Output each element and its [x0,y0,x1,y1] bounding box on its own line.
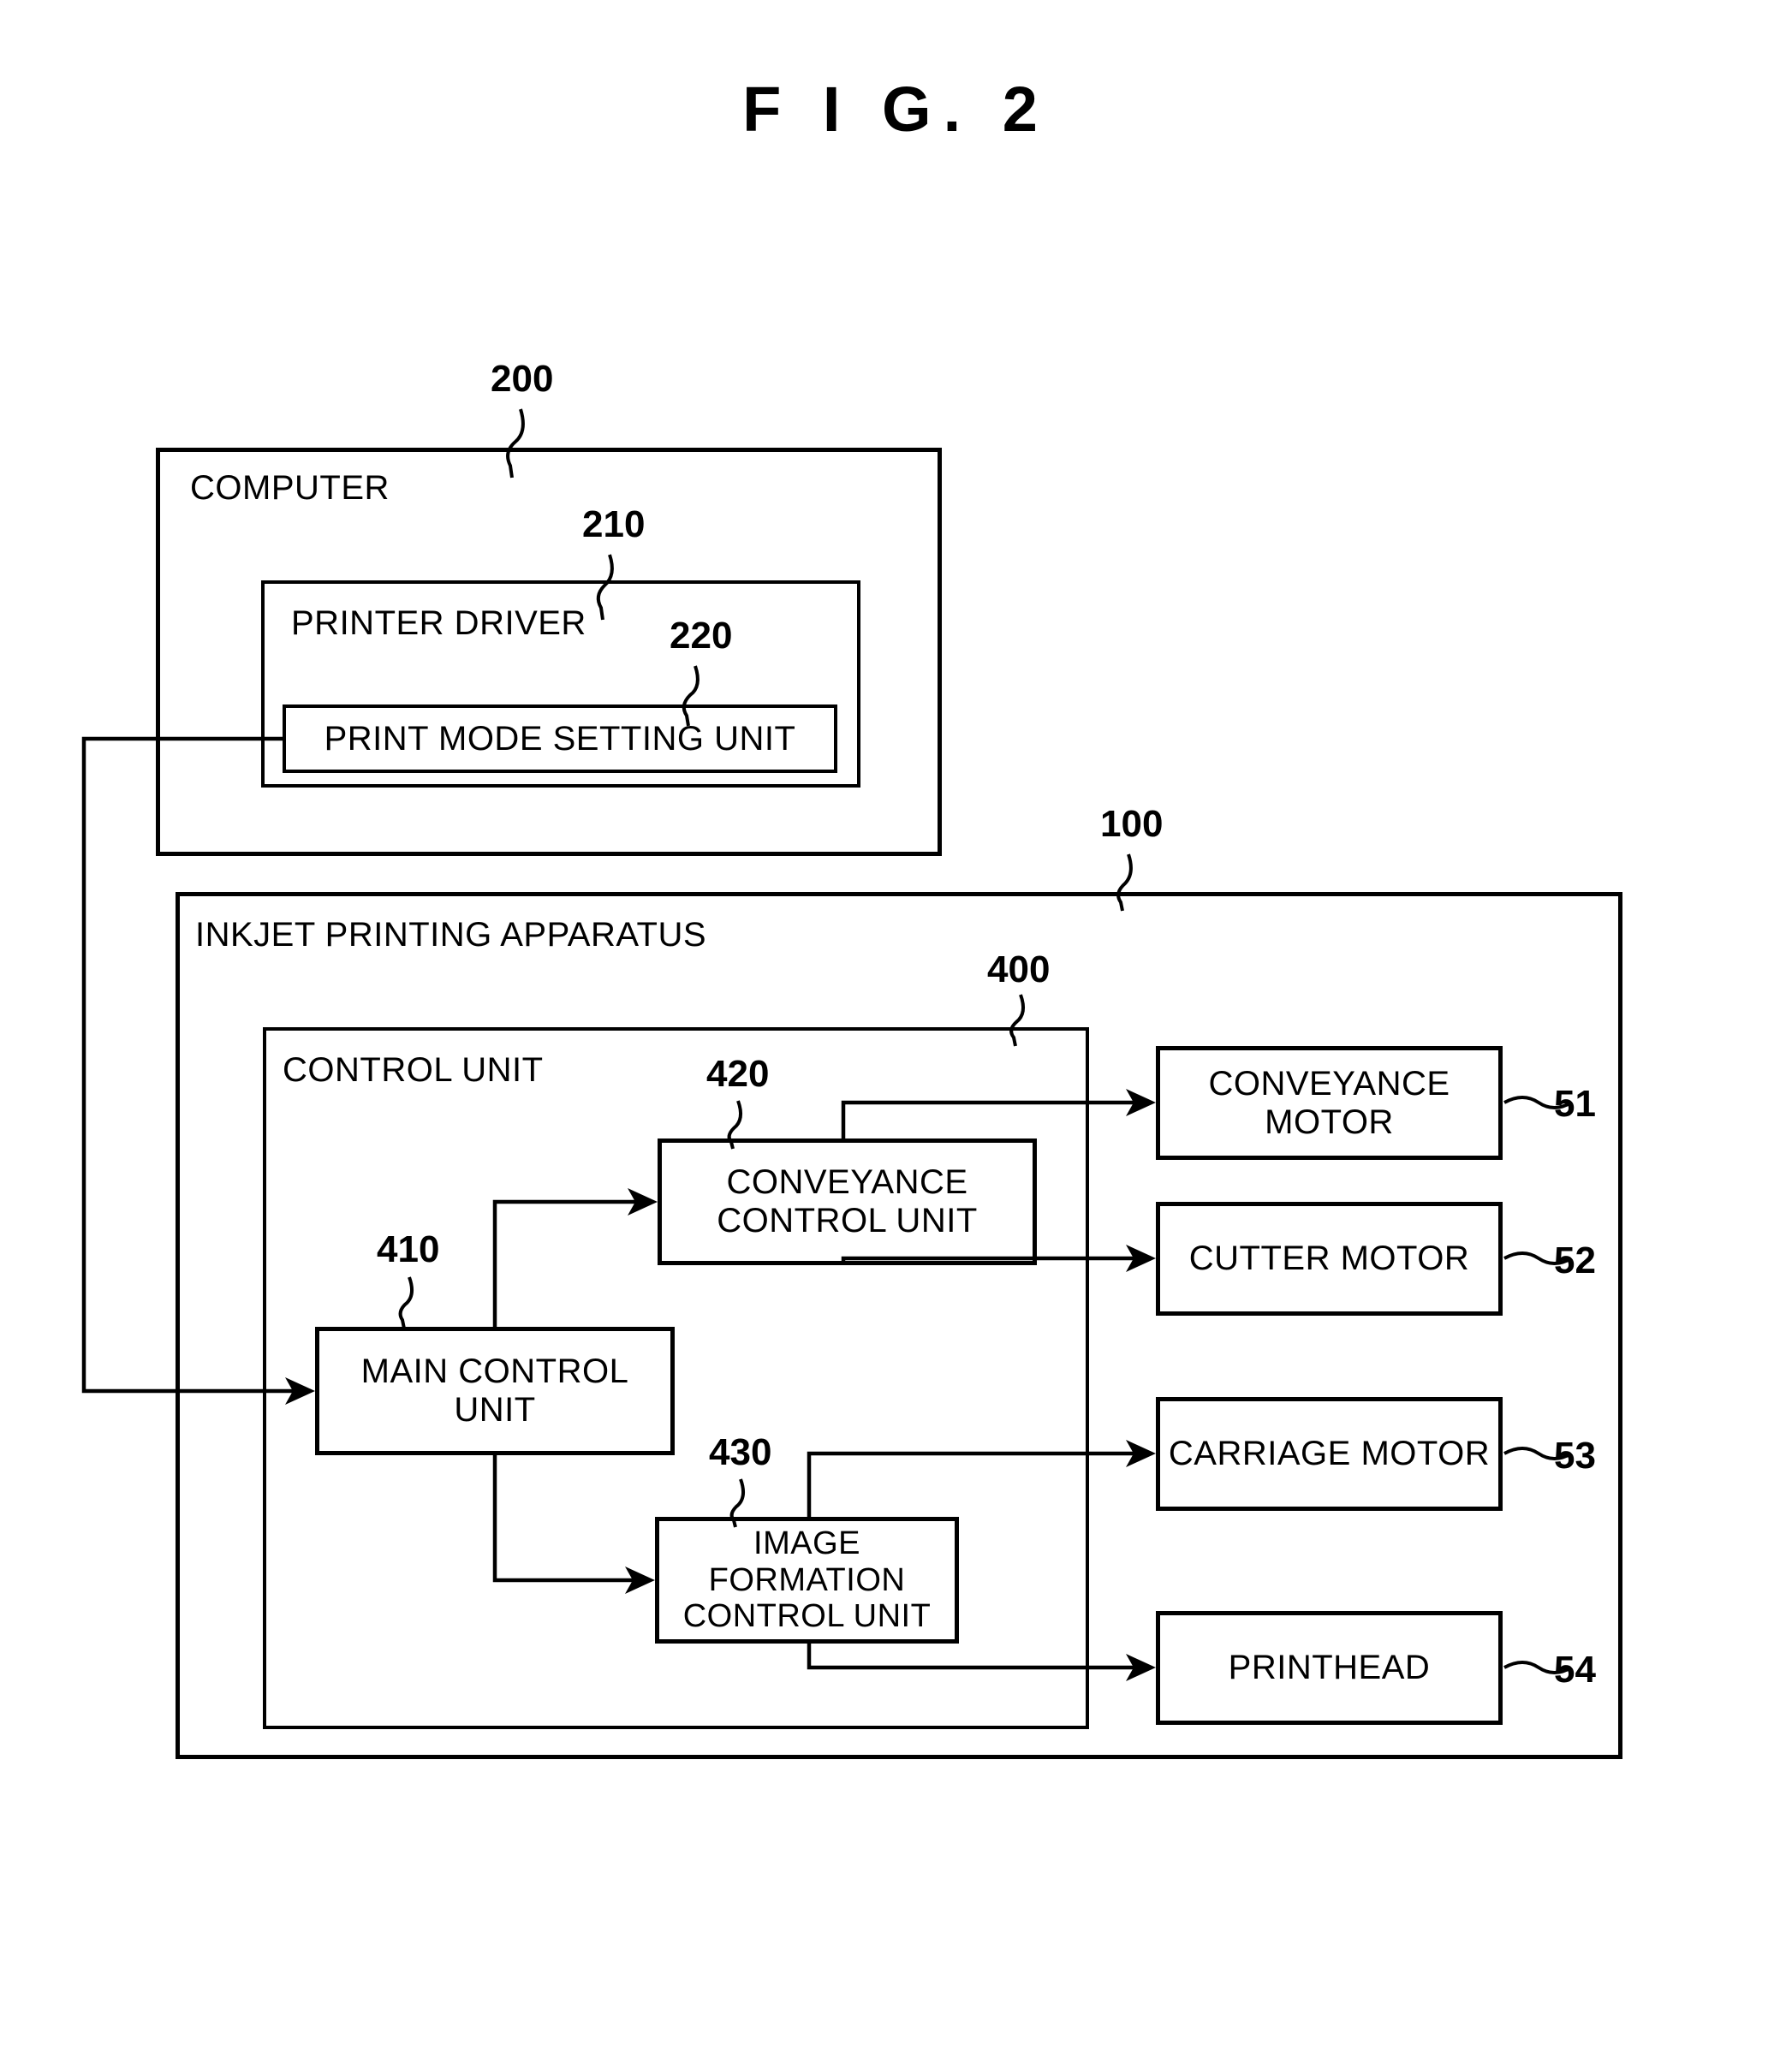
ref-420: 420 [706,1053,770,1095]
ref-410: 410 [377,1228,440,1270]
printhead-box: PRINTHEAD [1156,1611,1503,1725]
main-control-unit-box: MAIN CONTROL UNIT [315,1327,675,1455]
printer-driver-label: PRINTER DRIVER [291,604,586,642]
carriage-motor-label: CARRIAGE MOTOR [1168,1435,1491,1473]
ref-53: 53 [1554,1435,1596,1477]
ref-400: 400 [987,948,1051,990]
computer-label: COMPUTER [190,469,390,507]
ref-220: 220 [670,615,733,657]
printhead-label: PRINTHEAD [1228,1649,1431,1687]
conveyance-control-unit-box: CONVEYANCE CONTROL UNIT [658,1138,1037,1265]
conveyance-motor-box: CONVEYANCE MOTOR [1156,1046,1503,1160]
conveyance-control-unit-label: CONVEYANCE CONTROL UNIT [717,1163,978,1240]
print-mode-setting-unit-label: PRINT MODE SETTING UNIT [324,719,796,758]
ref-200: 200 [491,358,554,400]
ref-210: 210 [582,503,646,545]
ref-54: 54 [1554,1649,1596,1691]
ref-51: 51 [1554,1083,1596,1125]
cutter-motor-box: CUTTER MOTOR [1156,1202,1503,1316]
image-formation-control-unit-box: IMAGE FORMATION CONTROL UNIT [655,1517,959,1644]
inkjet-printing-apparatus-label: INKJET PRINTING APPARATUS [195,916,707,954]
carriage-motor-box: CARRIAGE MOTOR [1156,1397,1503,1511]
main-control-unit-label: MAIN CONTROL UNIT [360,1352,629,1429]
image-formation-control-unit-label: IMAGE FORMATION CONTROL UNIT [682,1525,932,1635]
control-unit-label: CONTROL UNIT [283,1051,544,1089]
cutter-motor-label: CUTTER MOTOR [1188,1240,1470,1278]
figure-title: F I G. 2 [742,74,1050,145]
print-mode-setting-unit-box: PRINT MODE SETTING UNIT [283,704,837,773]
ref-430: 430 [709,1431,772,1473]
conveyance-motor-label: CONVEYANCE MOTOR [1208,1064,1450,1141]
ref-52: 52 [1554,1240,1596,1281]
ref-100: 100 [1100,803,1164,845]
